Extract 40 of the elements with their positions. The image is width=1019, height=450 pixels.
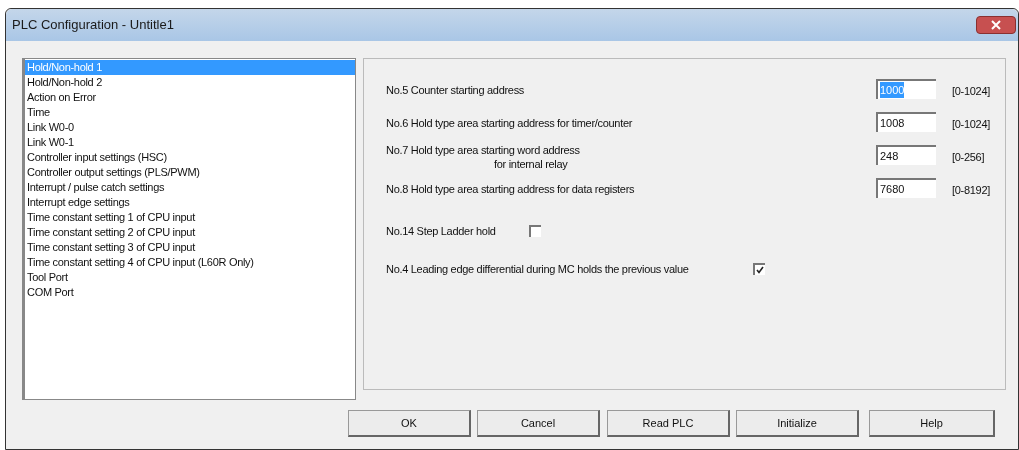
list-item[interactable]: Time constant setting 3 of CPU input [25, 240, 355, 255]
setting-sublabel: for internal relay [493, 157, 568, 171]
list-item[interactable]: Link W0-1 [25, 135, 355, 150]
list-item[interactable]: Time [25, 105, 355, 120]
setting-label: No.6 Hold type area starting address for timer/counter [386, 116, 634, 130]
address-field[interactable]: 248 [876, 145, 936, 165]
dialog-button[interactable]: OK [348, 410, 471, 437]
dialog-button[interactable]: Initialize [736, 410, 859, 437]
list-item[interactable]: COM Port [25, 285, 355, 300]
checkbox[interactable] [752, 263, 765, 275]
dialog-button[interactable]: Help [869, 410, 995, 437]
close-icon [991, 20, 1001, 30]
list-item[interactable]: Controller input settings (HSC) [25, 150, 355, 165]
list-item[interactable]: Controller output settings (PLS/PWM) [25, 165, 355, 180]
list-item[interactable]: Time constant setting 1 of CPU input [25, 210, 355, 225]
list-item[interactable]: Tool Port [25, 270, 355, 285]
setting-label: No.5 Counter starting address [386, 83, 526, 97]
address-field[interactable]: 1008 [876, 112, 936, 132]
address-field[interactable]: 7680 [876, 178, 936, 198]
setting-label: No.14 Step Ladder hold [386, 223, 496, 239]
list-item[interactable]: Interrupt / pulse catch settings [25, 180, 355, 195]
setting-label: No.4 Leading edge differential during MC holds the previous value [386, 261, 689, 277]
list-item[interactable]: Time constant setting 2 of CPU input [25, 225, 355, 240]
range-label: [0-8192] [952, 183, 990, 198]
range-label: [0-256] [952, 150, 985, 165]
dialog-button[interactable]: Cancel [477, 410, 600, 437]
close-button[interactable] [976, 16, 1016, 34]
list-item[interactable]: Hold/Non-hold 2 [25, 75, 355, 90]
list-item[interactable]: Interrupt edge settings [25, 195, 355, 210]
dialog-button[interactable]: Read PLC [607, 410, 730, 437]
checkbox[interactable] [528, 225, 541, 237]
list-item[interactable]: Action on Error [25, 90, 355, 105]
range-label: [0-1024] [952, 84, 990, 99]
setting-label: No.7 Hold type area starting word address [386, 143, 581, 157]
checkmark-icon [755, 266, 764, 274]
list-item[interactable]: Link W0-0 [25, 120, 355, 135]
setting-label: No.8 Hold type area starting address for data registers [386, 182, 636, 196]
list-item[interactable]: Time constant setting 4 of CPU input (L60R Only) [25, 255, 355, 270]
window-title: PLC Configuration - Untitle1 [12, 16, 174, 35]
range-label: [0-1024] [952, 117, 990, 132]
